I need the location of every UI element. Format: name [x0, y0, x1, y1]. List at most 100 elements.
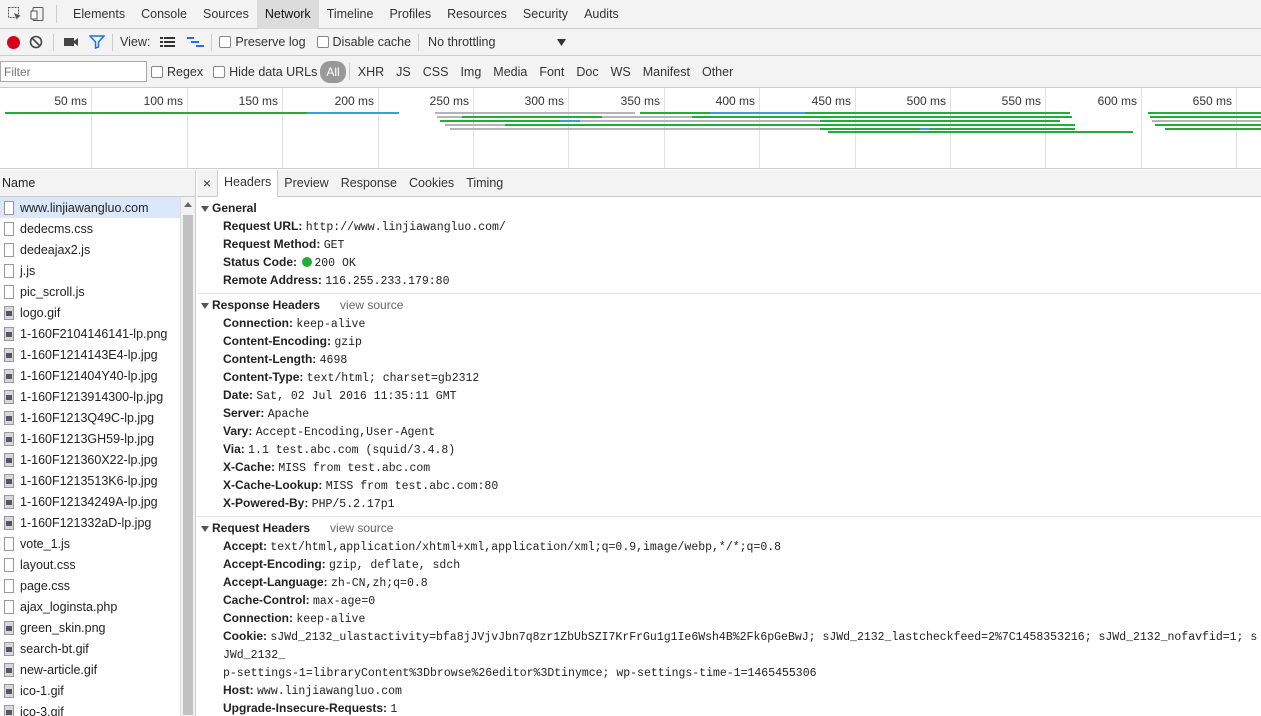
header-key: Upgrade-Insecure-Requests: — [223, 701, 388, 715]
type-filter-ws[interactable]: WS — [605, 61, 637, 83]
type-filter-js[interactable]: JS — [390, 61, 417, 83]
request-row[interactable]: search-bt.gif — [0, 638, 180, 659]
tab-resources[interactable]: Resources — [439, 0, 515, 29]
waterfall-bar — [1165, 128, 1261, 130]
name-column-header[interactable]: Name — [0, 170, 195, 197]
general-section-toggle[interactable]: General — [197, 199, 1261, 218]
throttling-select[interactable]: No throttling — [426, 32, 567, 52]
waterfall-bar — [1150, 116, 1261, 118]
type-filter-other[interactable]: Other — [696, 61, 739, 83]
view-source-link[interactable]: view source — [330, 521, 393, 535]
tab-profiles[interactable]: Profiles — [381, 0, 439, 29]
request-row[interactable]: new-article.gif — [0, 659, 180, 680]
request-row[interactable]: 1-160F1213513K6-lp.jpg — [0, 470, 180, 491]
request-name: pic_scroll.js — [20, 284, 85, 299]
tab-sources[interactable]: Sources — [195, 0, 257, 29]
checkbox-box[interactable] — [219, 36, 232, 48]
document-file-icon — [4, 578, 14, 593]
close-icon[interactable]: × — [197, 175, 217, 191]
request-list-scrollbar[interactable] — [180, 197, 195, 716]
disable-cache-checkbox[interactable]: Disable cache — [316, 35, 411, 49]
regex-label: Regex — [167, 64, 204, 79]
request-row[interactable]: dedeajax2.js — [0, 239, 180, 260]
waterfall-bar — [602, 116, 692, 118]
filter-icon[interactable] — [88, 35, 106, 50]
checkbox-box[interactable] — [151, 65, 163, 78]
request-row[interactable]: green_skin.png — [0, 617, 180, 638]
scrollbar-thumb[interactable] — [183, 215, 193, 715]
tab-audits[interactable]: Audits — [576, 0, 627, 29]
request-row[interactable]: pic_scroll.js — [0, 281, 180, 302]
request-row[interactable]: www.linjiawangluo.com — [0, 197, 180, 218]
waterfall-bar — [805, 112, 1070, 114]
overview-icon[interactable] — [187, 36, 205, 48]
header-row: X-Cache-Lookup: MISS from test.abc.com:8… — [197, 477, 1261, 495]
record-button[interactable] — [7, 35, 20, 49]
request-row[interactable]: 1-160F1214143E4-lp.jpg — [0, 344, 180, 365]
filter-input[interactable] — [0, 61, 147, 82]
request-name: 1-160F1213914300-lp.jpg — [20, 389, 164, 404]
header-value: http://www.linjiawangluo.com/ — [305, 221, 506, 234]
hide-data-urls-checkbox[interactable]: Hide data URLs — [213, 65, 317, 79]
tab-preview[interactable]: Preview — [278, 170, 334, 197]
request-row[interactable]: 1-160F1213Q49C-lp.jpg — [0, 407, 180, 428]
request-headers-toggle[interactable]: Request Headers view source — [197, 519, 1261, 538]
tab-elements[interactable]: Elements — [65, 0, 133, 29]
type-filter-doc[interactable]: Doc — [570, 61, 604, 83]
tab-network[interactable]: Network — [256, 0, 319, 29]
request-row[interactable]: 1-160F1213GH59-lp.jpg — [0, 428, 180, 449]
filter-bar: Regex Hide data URLs All XHR JS CSS Img … — [0, 56, 1261, 88]
tab-security[interactable]: Security — [515, 0, 576, 29]
clear-icon[interactable] — [29, 35, 43, 49]
network-overview-timeline[interactable]: 50 ms 100 ms 150 ms 200 ms 250 ms 300 ms 350 m… — [0, 88, 1261, 169]
tab-cookies[interactable]: Cookies — [403, 170, 460, 197]
request-row[interactable]: 1-160F121404Y40-lp.jpg — [0, 365, 180, 386]
request-row[interactable]: vote_1.js — [0, 533, 180, 554]
hide-data-urls-label: Hide data URLs — [229, 64, 318, 79]
device-mode-icon[interactable] — [30, 6, 46, 22]
type-filter-all[interactable]: All — [320, 60, 346, 83]
triangle-down-icon — [201, 302, 209, 309]
regex-checkbox[interactable]: Regex — [151, 65, 203, 79]
inspect-element-icon[interactable] — [7, 6, 23, 22]
response-headers-toggle[interactable]: Response Headers view source — [197, 296, 1261, 315]
request-row[interactable]: dedecms.css — [0, 218, 180, 239]
type-filter-img[interactable]: Img — [454, 61, 487, 83]
checkbox-box[interactable] — [316, 36, 329, 48]
section-title: Response Headers — [212, 298, 321, 312]
waterfall-bar — [560, 120, 580, 122]
tab-timing[interactable]: Timing — [460, 170, 509, 197]
request-row[interactable]: logo.gif — [0, 302, 180, 323]
type-filter-manifest[interactable]: Manifest — [637, 61, 696, 83]
scroll-up-arrow-icon[interactable] — [184, 202, 192, 207]
triangle-down-icon — [201, 525, 209, 532]
capture-screenshots-icon[interactable] — [63, 36, 79, 48]
header-row: Connection: keep-alive — [197, 610, 1261, 628]
preserve-log-checkbox[interactable]: Preserve log — [219, 35, 306, 49]
request-row[interactable]: 1-160F121332aD-lp.jpg — [0, 512, 180, 533]
request-row[interactable]: ico-3.gif — [0, 701, 180, 716]
request-row[interactable]: 1-160F2104146141-lp.png — [0, 323, 180, 344]
request-row[interactable]: 1-160F1213914300-lp.jpg — [0, 386, 180, 407]
request-row[interactable]: layout.css — [0, 554, 180, 575]
type-filter-xhr[interactable]: XHR — [352, 61, 390, 83]
tab-timeline[interactable]: Timeline — [319, 0, 382, 29]
tab-headers[interactable]: Headers — [217, 170, 279, 197]
type-filter-css[interactable]: CSS — [417, 61, 455, 83]
request-row[interactable]: ico-1.gif — [0, 680, 180, 701]
request-row[interactable]: 1-160F121360X22-lp.jpg — [0, 449, 180, 470]
request-row[interactable]: 1-160F12134249A-lp.jpg — [0, 491, 180, 512]
type-filter-font[interactable]: Font — [533, 61, 570, 83]
tab-console[interactable]: Console — [133, 0, 195, 29]
large-rows-icon[interactable] — [160, 36, 176, 48]
request-name: layout.css — [20, 557, 76, 572]
view-source-link[interactable]: view source — [340, 298, 403, 312]
image-file-icon — [4, 515, 14, 530]
request-row[interactable]: j.js — [0, 260, 180, 281]
type-filter-media[interactable]: Media — [487, 61, 533, 83]
request-row[interactable]: ajax_loginsta.php — [0, 596, 180, 617]
tab-response[interactable]: Response — [335, 170, 403, 197]
toolbar-divider — [112, 33, 113, 51]
checkbox-box[interactable] — [213, 65, 226, 78]
request-row[interactable]: page.css — [0, 575, 180, 596]
